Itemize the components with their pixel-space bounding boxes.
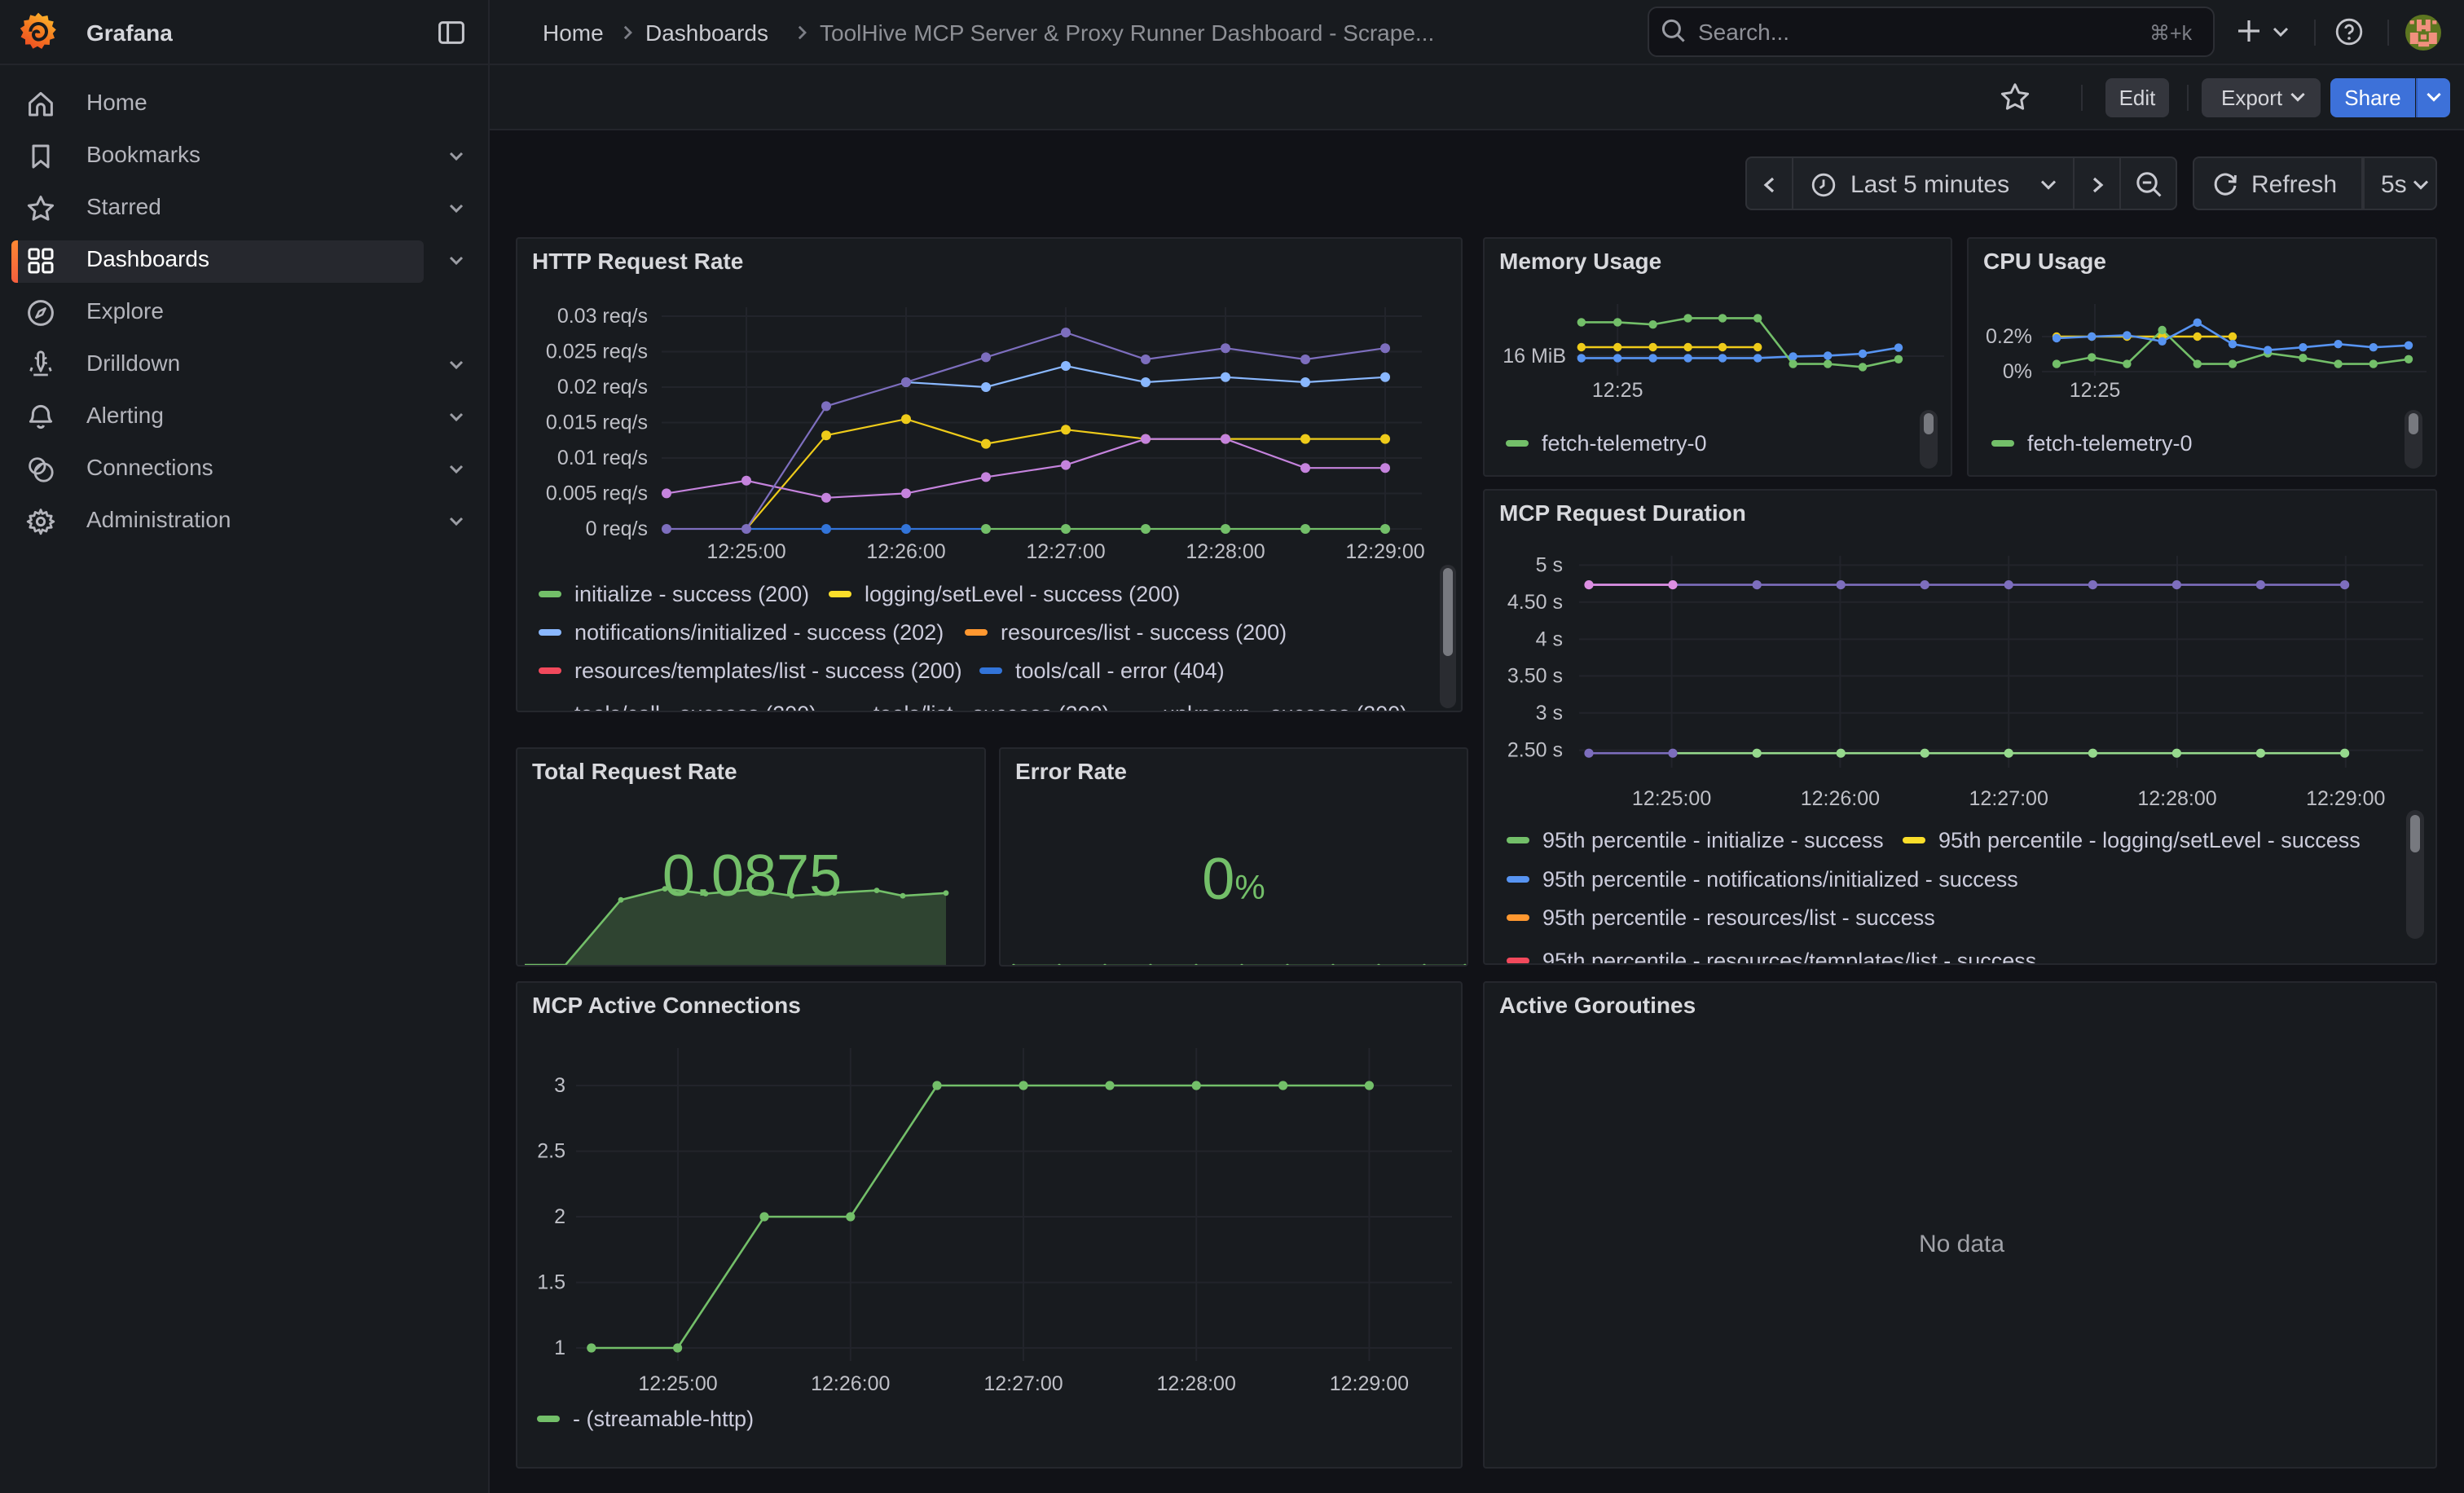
svg-text:0%: 0% (2003, 360, 2032, 383)
svg-text:12:29:00: 12:29:00 (1330, 1372, 1409, 1395)
svg-text:2.5: 2.5 (537, 1140, 565, 1163)
svg-text:12:26:00: 12:26:00 (811, 1372, 890, 1395)
svg-text:16 MiB: 16 MiB (1503, 345, 1566, 368)
svg-text:12:25:00: 12:25:00 (638, 1372, 717, 1395)
svg-text:12:26:00: 12:26:00 (1801, 787, 1880, 810)
svg-text:2: 2 (554, 1205, 565, 1228)
svg-text:0.015 req/s: 0.015 req/s (546, 412, 648, 434)
svg-text:12:27:00: 12:27:00 (983, 1372, 1063, 1395)
svg-text:12:25:00: 12:25:00 (706, 540, 785, 563)
svg-text:3.50 s: 3.50 s (1507, 664, 1563, 687)
svg-text:4 s: 4 s (1536, 628, 1563, 650)
svg-text:2.50 s: 2.50 s (1507, 739, 1563, 762)
svg-text:12:28:00: 12:28:00 (1186, 540, 1265, 563)
svg-text:0.2%: 0.2% (1986, 325, 2032, 348)
svg-text:12:28:00: 12:28:00 (2137, 787, 2216, 810)
svg-text:3 s: 3 s (1536, 702, 1563, 724)
svg-text:1.5: 1.5 (537, 1271, 565, 1294)
svg-text:12:28:00: 12:28:00 (1157, 1372, 1236, 1395)
svg-text:3: 3 (554, 1074, 565, 1097)
svg-text:0.005 req/s: 0.005 req/s (546, 482, 648, 505)
svg-text:4.50 s: 4.50 s (1507, 591, 1563, 614)
svg-text:0%: 0% (1202, 847, 1265, 912)
svg-text:0 req/s: 0 req/s (586, 517, 648, 540)
svg-text:0.01 req/s: 0.01 req/s (557, 447, 648, 469)
svg-text:5 s: 5 s (1536, 553, 1563, 576)
svg-text:0.03 req/s: 0.03 req/s (557, 305, 648, 328)
svg-text:12:29:00: 12:29:00 (2306, 787, 2385, 810)
svg-text:0.02 req/s: 0.02 req/s (557, 376, 648, 399)
svg-text:12:29:00: 12:29:00 (1345, 540, 1424, 563)
svg-text:12:25:00: 12:25:00 (1632, 787, 1711, 810)
svg-text:12:26:00: 12:26:00 (866, 540, 945, 563)
svg-text:1: 1 (554, 1337, 565, 1359)
svg-text:0.025 req/s: 0.025 req/s (546, 341, 648, 363)
svg-text:12:27:00: 12:27:00 (1969, 787, 2048, 810)
svg-text:12:27:00: 12:27:00 (1026, 540, 1105, 563)
svg-text:12:25: 12:25 (2070, 379, 2121, 402)
svg-text:0.0875: 0.0875 (662, 843, 842, 909)
svg-text:12:25: 12:25 (1592, 379, 1643, 402)
